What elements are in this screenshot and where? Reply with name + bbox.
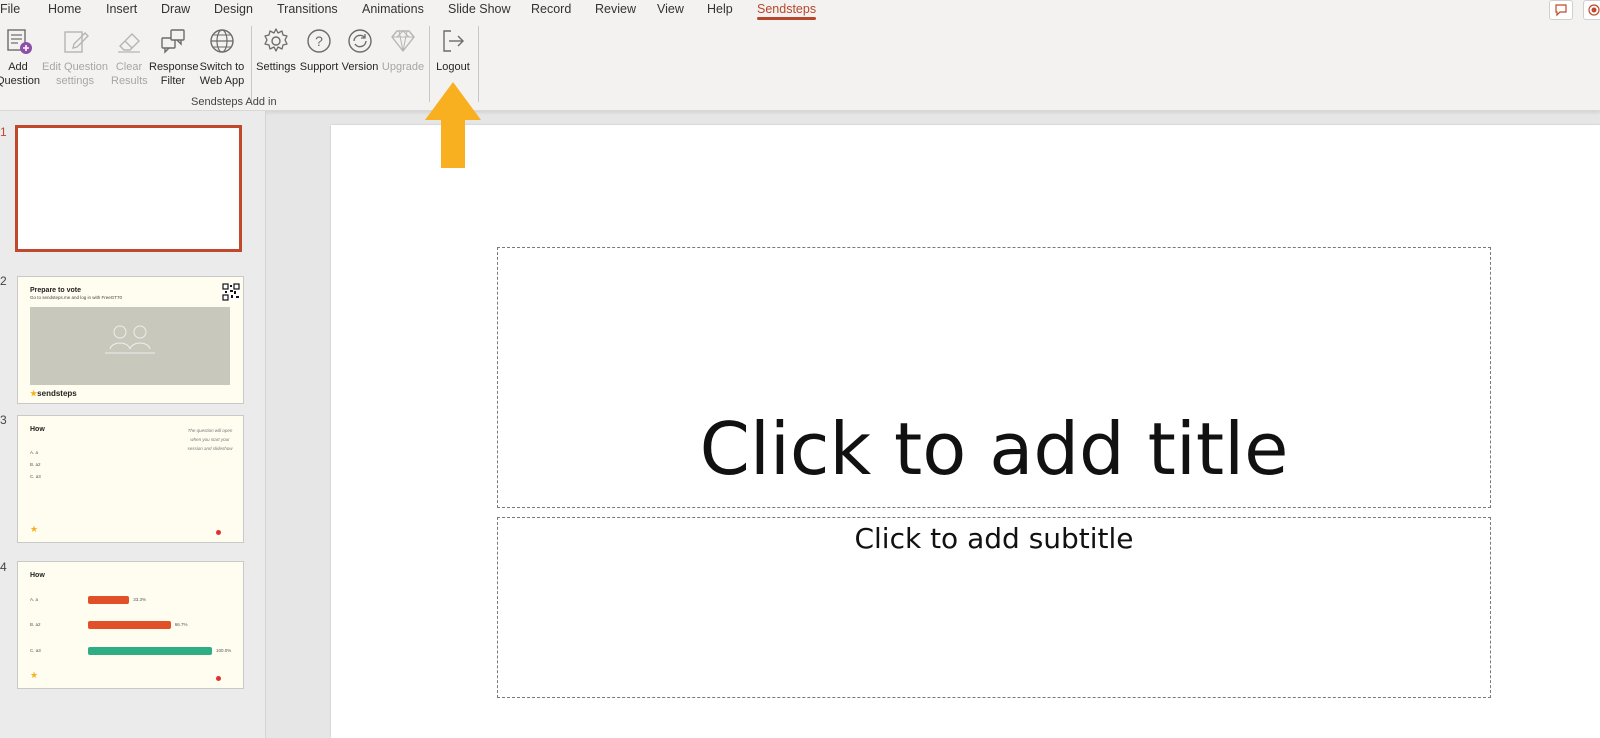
title-placeholder[interactable]: Click to add title	[497, 247, 1491, 508]
add-question-icon	[3, 26, 33, 56]
slide-thumbnail-2[interactable]: Prepare to vote Go to sendsteps.me and l…	[17, 276, 244, 404]
thumb-option: A. a	[30, 597, 39, 602]
eraser-icon	[114, 26, 144, 56]
gear-icon	[261, 26, 291, 56]
thumb-option: A. a	[30, 450, 39, 455]
thumb-comment: The question will open when you start yo…	[187, 428, 233, 451]
menu-draw[interactable]: Draw	[161, 2, 190, 16]
switch-to-web-app-button[interactable]: Switch to Web App	[198, 26, 246, 88]
menu-help[interactable]: Help	[707, 2, 733, 16]
subtitle-placeholder-text: Click to add subtitle	[854, 522, 1134, 555]
slide-number: 3	[0, 413, 7, 427]
menu-bar: File Home Insert Draw Design Transitions…	[0, 0, 1600, 22]
support-button[interactable]: ? Support	[298, 26, 340, 74]
status-dot-icon	[216, 676, 221, 681]
logout-icon	[438, 26, 468, 56]
chat-filter-icon	[158, 26, 188, 56]
slide-thumbnail-3[interactable]: How A. a B. a2 C. a3 The question will o…	[17, 415, 244, 543]
result-bar	[88, 621, 171, 629]
annotation-arrow-icon	[423, 82, 483, 175]
menu-design[interactable]: Design	[214, 2, 253, 16]
result-bar	[88, 596, 130, 604]
slide-thumbnail-4[interactable]: How A. a B. a2 C. a3 33.3% 66.7% 100.0% ★	[17, 561, 244, 689]
slide-thumbnail-pane[interactable]: 1 2 Prepare to vote Go to sendsteps.me a…	[0, 111, 266, 738]
menu-sendsteps[interactable]: Sendsteps	[757, 2, 817, 20]
title-placeholder-text: Click to add title	[699, 407, 1289, 491]
response-filter-button[interactable]: Response Filter	[149, 26, 199, 88]
edit-question-settings-button[interactable]: Edit Question settings	[42, 26, 108, 88]
thumb-subtitle: Go to sendsteps.me and log in with FreeG…	[30, 295, 123, 300]
sendsteps-logo: ★sendsteps	[30, 389, 77, 398]
globe-icon	[207, 26, 237, 56]
thumb-title: Prepare to vote	[30, 287, 81, 294]
slide-canvas[interactable]: Click to add title Click to add subtitle	[331, 125, 1600, 738]
menu-record[interactable]: Record	[531, 2, 571, 16]
thumb-option: C. a3	[30, 474, 41, 479]
slide-thumbnail-1[interactable]	[15, 125, 242, 252]
svg-text:?: ?	[315, 33, 323, 49]
menu-insert[interactable]: Insert	[106, 2, 137, 16]
settings-button[interactable]: Settings	[256, 26, 296, 74]
star-logo-icon: ★	[30, 670, 39, 680]
thumb-option: B. a2	[30, 462, 41, 467]
help-icon: ?	[304, 26, 334, 56]
menu-slide-show[interactable]: Slide Show	[448, 2, 511, 16]
result-bar-label: 100.0%	[216, 648, 232, 653]
thumb-title: How	[30, 572, 45, 579]
thumb-option: B. a2	[30, 622, 41, 627]
slide-number: 2	[0, 274, 7, 288]
result-bar	[88, 647, 212, 655]
status-dot-icon	[216, 530, 221, 535]
thumb-title: How	[30, 426, 45, 433]
ribbon-separator	[251, 26, 252, 102]
record-icon[interactable]	[1583, 0, 1600, 20]
menu-view[interactable]: View	[657, 2, 684, 16]
result-bar-label: 66.7%	[174, 622, 188, 627]
subtitle-placeholder[interactable]: Click to add subtitle	[497, 517, 1491, 698]
menu-review[interactable]: Review	[595, 2, 636, 16]
slide-number: 4	[0, 560, 7, 574]
version-button[interactable]: Version	[340, 26, 380, 74]
qr-code-icon	[222, 283, 240, 306]
logout-button[interactable]: Logout	[432, 26, 474, 74]
comments-icon[interactable]	[1549, 0, 1573, 20]
slide-number: 1	[0, 125, 7, 139]
menu-home[interactable]: Home	[48, 2, 81, 16]
ribbon-group-label: Sendsteps Add in	[191, 96, 277, 108]
clear-results-button[interactable]: Clear Results	[111, 26, 148, 88]
upgrade-button[interactable]: Upgrade	[380, 26, 426, 74]
sendsteps-ribbon: Add Question Edit Question settings Clea…	[0, 22, 1600, 111]
menu-animations[interactable]: Animations	[362, 2, 424, 16]
menu-transitions[interactable]: Transitions	[277, 2, 338, 16]
edit-pencil-icon	[60, 26, 90, 56]
menu-file[interactable]: File	[0, 2, 20, 16]
star-logo-icon: ★	[30, 524, 39, 534]
thumb-option: C. a3	[30, 648, 41, 653]
refresh-icon	[345, 26, 375, 56]
join-participants-image	[30, 307, 230, 385]
result-bar-label: 33.3%	[133, 597, 147, 602]
add-question-button[interactable]: Add Question	[0, 26, 42, 88]
diamond-icon	[388, 26, 418, 56]
